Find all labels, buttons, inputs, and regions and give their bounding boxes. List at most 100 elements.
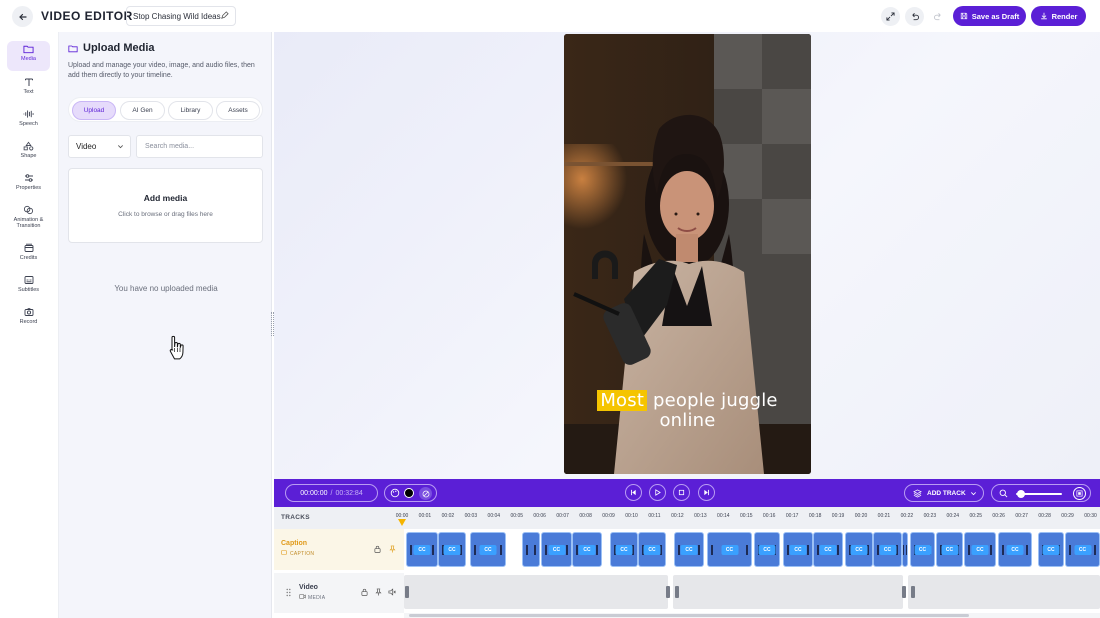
video-clip[interactable]	[673, 575, 903, 609]
caption-clip[interactable]: CC	[845, 532, 873, 567]
background-color-swatch[interactable]	[404, 488, 414, 498]
tab-upload[interactable]: Upload	[72, 101, 116, 120]
video-preview[interactable]: Most people juggle online	[564, 34, 811, 474]
clip-trim-handle[interactable]	[1069, 545, 1071, 555]
clip-trim-handle[interactable]	[1094, 545, 1096, 555]
clip-trim-handle[interactable]	[968, 545, 970, 555]
clip-trim-handle[interactable]	[474, 545, 476, 555]
sidebar-item-subtitles[interactable]: Subtitles	[7, 272, 50, 302]
caption-clip[interactable]: CC	[783, 532, 813, 567]
redo-button[interactable]	[929, 7, 948, 26]
timeline-scrollbar[interactable]	[404, 613, 1100, 618]
palette-icon[interactable]	[390, 488, 400, 498]
caption-clip[interactable]: CC	[541, 532, 572, 567]
ruler-tick-label: 00:11	[648, 513, 661, 519]
caption-clip[interactable]: CC	[674, 532, 704, 567]
clip-trim-handle[interactable]	[990, 545, 992, 555]
clip-trim-handle[interactable]	[902, 586, 906, 598]
caption-clip[interactable]: CC	[438, 532, 466, 567]
save-draft-button[interactable]: Save as Draft	[953, 6, 1026, 26]
pin-icon[interactable]	[375, 588, 382, 596]
lock-icon[interactable]	[374, 545, 381, 553]
undo-button[interactable]	[905, 7, 924, 26]
clip-trim-handle[interactable]	[711, 545, 713, 555]
clip-trim-handle[interactable]	[500, 545, 502, 555]
caption-clip[interactable]: CC	[406, 532, 438, 567]
caption-clip[interactable]: CC	[1065, 532, 1100, 567]
caption-clip[interactable]	[902, 532, 908, 567]
tab-library[interactable]: Library	[168, 101, 213, 120]
caption-clip[interactable]: CC	[1038, 532, 1064, 567]
clip-trim-handle[interactable]	[903, 545, 904, 555]
project-name-field[interactable]: Stop Chasing Wild Ideas	[126, 6, 236, 26]
caption-clip[interactable]: CC	[813, 532, 843, 567]
playhead[interactable]	[398, 519, 406, 526]
caption-clip[interactable]: CC	[910, 532, 935, 567]
sidebar-item-record[interactable]: Record	[7, 304, 50, 334]
clip-trim-handle[interactable]	[666, 586, 670, 598]
media-type-select[interactable]: Video	[68, 135, 131, 158]
tab-assets[interactable]: Assets	[216, 101, 260, 120]
search-media-input[interactable]: Search media...	[136, 135, 263, 158]
scrollbar-thumb[interactable]	[409, 614, 969, 617]
add-track-button[interactable]: ADD TRACK	[904, 484, 984, 502]
tab-ai-gen[interactable]: AI Gen	[120, 101, 165, 120]
back-button[interactable]	[12, 6, 33, 27]
clip-trim-handle[interactable]	[896, 545, 898, 555]
sidebar-item-shape[interactable]: Shape	[7, 138, 50, 168]
clip-trim-handle[interactable]	[526, 545, 528, 555]
sidebar-item-text[interactable]: Text	[7, 74, 50, 104]
drag-handle-icon[interactable]	[286, 588, 291, 597]
ruler-tick-label: 00:05	[510, 513, 524, 519]
fullscreen-button[interactable]	[881, 7, 900, 26]
caption-clip[interactable]: CC	[936, 532, 963, 567]
caption-clip[interactable]: CC	[707, 532, 752, 567]
sidebar-item-credits[interactable]: Credits	[7, 240, 50, 270]
skip-forward-button[interactable]	[698, 484, 715, 501]
caption-clip[interactable]: CC	[873, 532, 902, 567]
lock-icon[interactable]	[361, 588, 368, 596]
video-clip[interactable]	[908, 575, 1100, 609]
skip-back-button[interactable]	[625, 484, 642, 501]
clip-trim-handle[interactable]	[906, 545, 907, 555]
render-button[interactable]: Render	[1031, 6, 1086, 26]
caption-clip[interactable]: CC	[470, 532, 506, 567]
sidebar-item-animation[interactable]: Animation & Transition	[7, 202, 50, 238]
add-media-dropzone[interactable]: Add media Click to browse or drag files …	[68, 168, 263, 243]
caption-clip[interactable]: CC	[610, 532, 638, 567]
clear-background-button[interactable]	[419, 487, 432, 500]
zoom-slider-thumb[interactable]	[1016, 490, 1025, 498]
sidebar-item-properties[interactable]: Properties	[7, 170, 50, 200]
clip-trim-handle[interactable]	[566, 545, 568, 555]
clip-trim-handle[interactable]	[596, 545, 598, 555]
video-clip[interactable]	[404, 575, 668, 609]
clip-trim-handle[interactable]	[746, 545, 748, 555]
fit-timeline-button[interactable]	[1073, 487, 1086, 500]
clip-trim-handle[interactable]	[837, 545, 839, 555]
mute-icon[interactable]	[388, 588, 396, 596]
clip-trim-handle[interactable]	[545, 545, 547, 555]
clip-trim-handle[interactable]	[911, 586, 915, 598]
clip-trim-handle[interactable]	[698, 545, 700, 555]
clip-trim-handle[interactable]	[807, 545, 809, 555]
sidebar-item-media[interactable]: Media	[7, 41, 50, 71]
pin-icon[interactable]	[389, 545, 396, 553]
caption-clip[interactable]: CC	[964, 532, 996, 567]
caption-clip[interactable]: CC	[638, 532, 666, 567]
clip-trim-handle[interactable]	[432, 545, 434, 555]
clip-trim-handle[interactable]	[534, 545, 536, 555]
stop-button[interactable]	[673, 484, 690, 501]
pencil-icon[interactable]	[220, 11, 229, 20]
clip-trim-handle[interactable]	[1002, 545, 1004, 555]
clip-trim-handle[interactable]	[405, 586, 409, 598]
clip-trim-handle[interactable]	[410, 545, 412, 555]
caption-clip[interactable]: CC	[998, 532, 1032, 567]
sidebar-item-speech[interactable]: Speech	[7, 106, 50, 136]
stop-icon	[678, 489, 685, 496]
caption-clip[interactable]: CC	[754, 532, 780, 567]
caption-clip[interactable]	[522, 532, 540, 567]
play-button[interactable]	[649, 484, 666, 501]
clip-trim-handle[interactable]	[675, 586, 679, 598]
clip-trim-handle[interactable]	[1026, 545, 1028, 555]
caption-clip[interactable]: CC	[572, 532, 602, 567]
